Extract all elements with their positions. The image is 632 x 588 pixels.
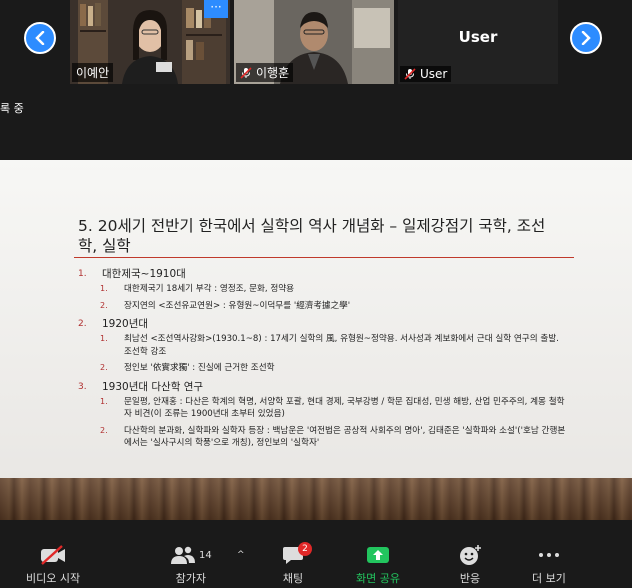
participant-more-button[interactable]: ··· [204,0,228,18]
video-off-icon [41,545,66,565]
participant-tile-3[interactable]: User User [398,0,558,84]
recording-status: 록 중 [0,102,24,115]
slide-divider [74,257,574,258]
mic-muted-icon [404,68,416,80]
participant-display-name: User [458,28,498,46]
outline-item: 1. 대한제국기 18세기 부각 : 영정조, 문화, 정약용 [100,284,295,294]
participant-tile-1[interactable]: ··· 이예안 [70,0,230,84]
reactions-label: 반응 [459,572,481,585]
chevron-right-icon [581,31,591,45]
section-number: 1. [78,269,87,279]
participants-icon [171,546,195,564]
outline-section: 1. 대한제국~1910대 1. 대한제국기 18세기 부각 : 영정조, 문화… [78,266,568,312]
slide-wood-border [0,478,632,520]
share-screen-label: 화면 공유 [356,572,400,585]
participant-name: 이행훈 [256,66,290,80]
section-number: 3. [78,381,87,392]
participant-strip: ··· 이예안 이행훈 User User [0,0,632,86]
share-screen-icon [366,547,389,563]
participant-name: 이예안 [76,66,110,80]
participants-options-caret[interactable]: ^ [237,550,245,560]
chat-unread-badge: 2 [298,542,312,556]
section-number: 2. [78,319,87,329]
outline-item: 2. 장지연의 <조선유교연원> : 유형원~이덕무를 '經濟考據之學' [100,300,351,311]
slide-outline: 1. 대한제국~1910대 1. 대한제국기 18세기 부각 : 영정조, 문화… [78,266,568,454]
outline-section: 3. 1930년대 다산학 연구 1. 문일평, 안재홍 : 다산은 학계의 혁… [78,379,568,450]
outline-item: 1. 문일평, 안재홍 : 다산은 학계의 혁명, 서양학 포괄, 현대 경제,… [100,396,565,420]
mic-muted-icon [240,66,252,79]
outline-item: 1. 최남선 <조선역사강화>(1930.1~8) : 17세기 실학의 風, … [100,334,559,357]
section-heading: 대한제국~1910대 [102,268,186,280]
more-button[interactable]: 더 보기 [532,544,566,586]
participants-count: 14 [199,549,212,561]
participant-name: User [420,67,448,81]
meeting-toolbar: 비디오 시작 14 참가자 ^ 2 채팅 화면 공유 반응 더 보기 [0,540,632,588]
participant-name-tag: 이예안 [72,63,114,82]
smiley-add-icon [460,545,481,565]
outline-section: 2. 1920년대 1. 최남선 <조선역사강화>(1930.1~8) : 17… [78,316,568,375]
previous-page-button[interactable] [24,22,56,54]
next-page-button[interactable] [570,22,602,54]
participants-label: 참가자 [175,572,207,585]
participant-name-tag: 이행훈 [236,63,294,82]
slide-title: 5. 20세기 전반기 한국에서 실학의 역사 개념화 – 일제강점기 국학, … [78,217,546,255]
more-dots-icon [538,553,559,557]
chat-button[interactable]: 2 채팅 [282,542,312,586]
participant-tile-2[interactable]: 이행훈 [234,0,394,84]
chat-label: 채팅 [282,572,304,585]
share-screen-button[interactable]: 화면 공유 [356,544,400,586]
outline-item: 2. 다산학의 분과화, 실학파와 실학자 등장 : 백남운은 '여전법은 공상… [100,425,566,449]
section-heading: 1920년대 [102,318,149,330]
more-label: 더 보기 [532,572,566,585]
outline-item: 2. 정인보 '依實求獨' : 진실에 근거한 조선학 [100,363,275,373]
shared-screen: 5. 20세기 전반기 한국에서 실학의 역사 개념화 – 일제강점기 국학, … [0,160,632,520]
chevron-left-icon [35,31,45,45]
participants-button[interactable]: 14 참가자 [170,544,212,586]
start-video-button[interactable]: 비디오 시작 [26,544,80,586]
participant-name-tag: User [400,66,452,82]
start-video-label: 비디오 시작 [26,572,81,585]
section-heading: 1930년대 다산학 연구 [102,380,204,393]
reactions-button[interactable]: 반응 [458,544,482,586]
